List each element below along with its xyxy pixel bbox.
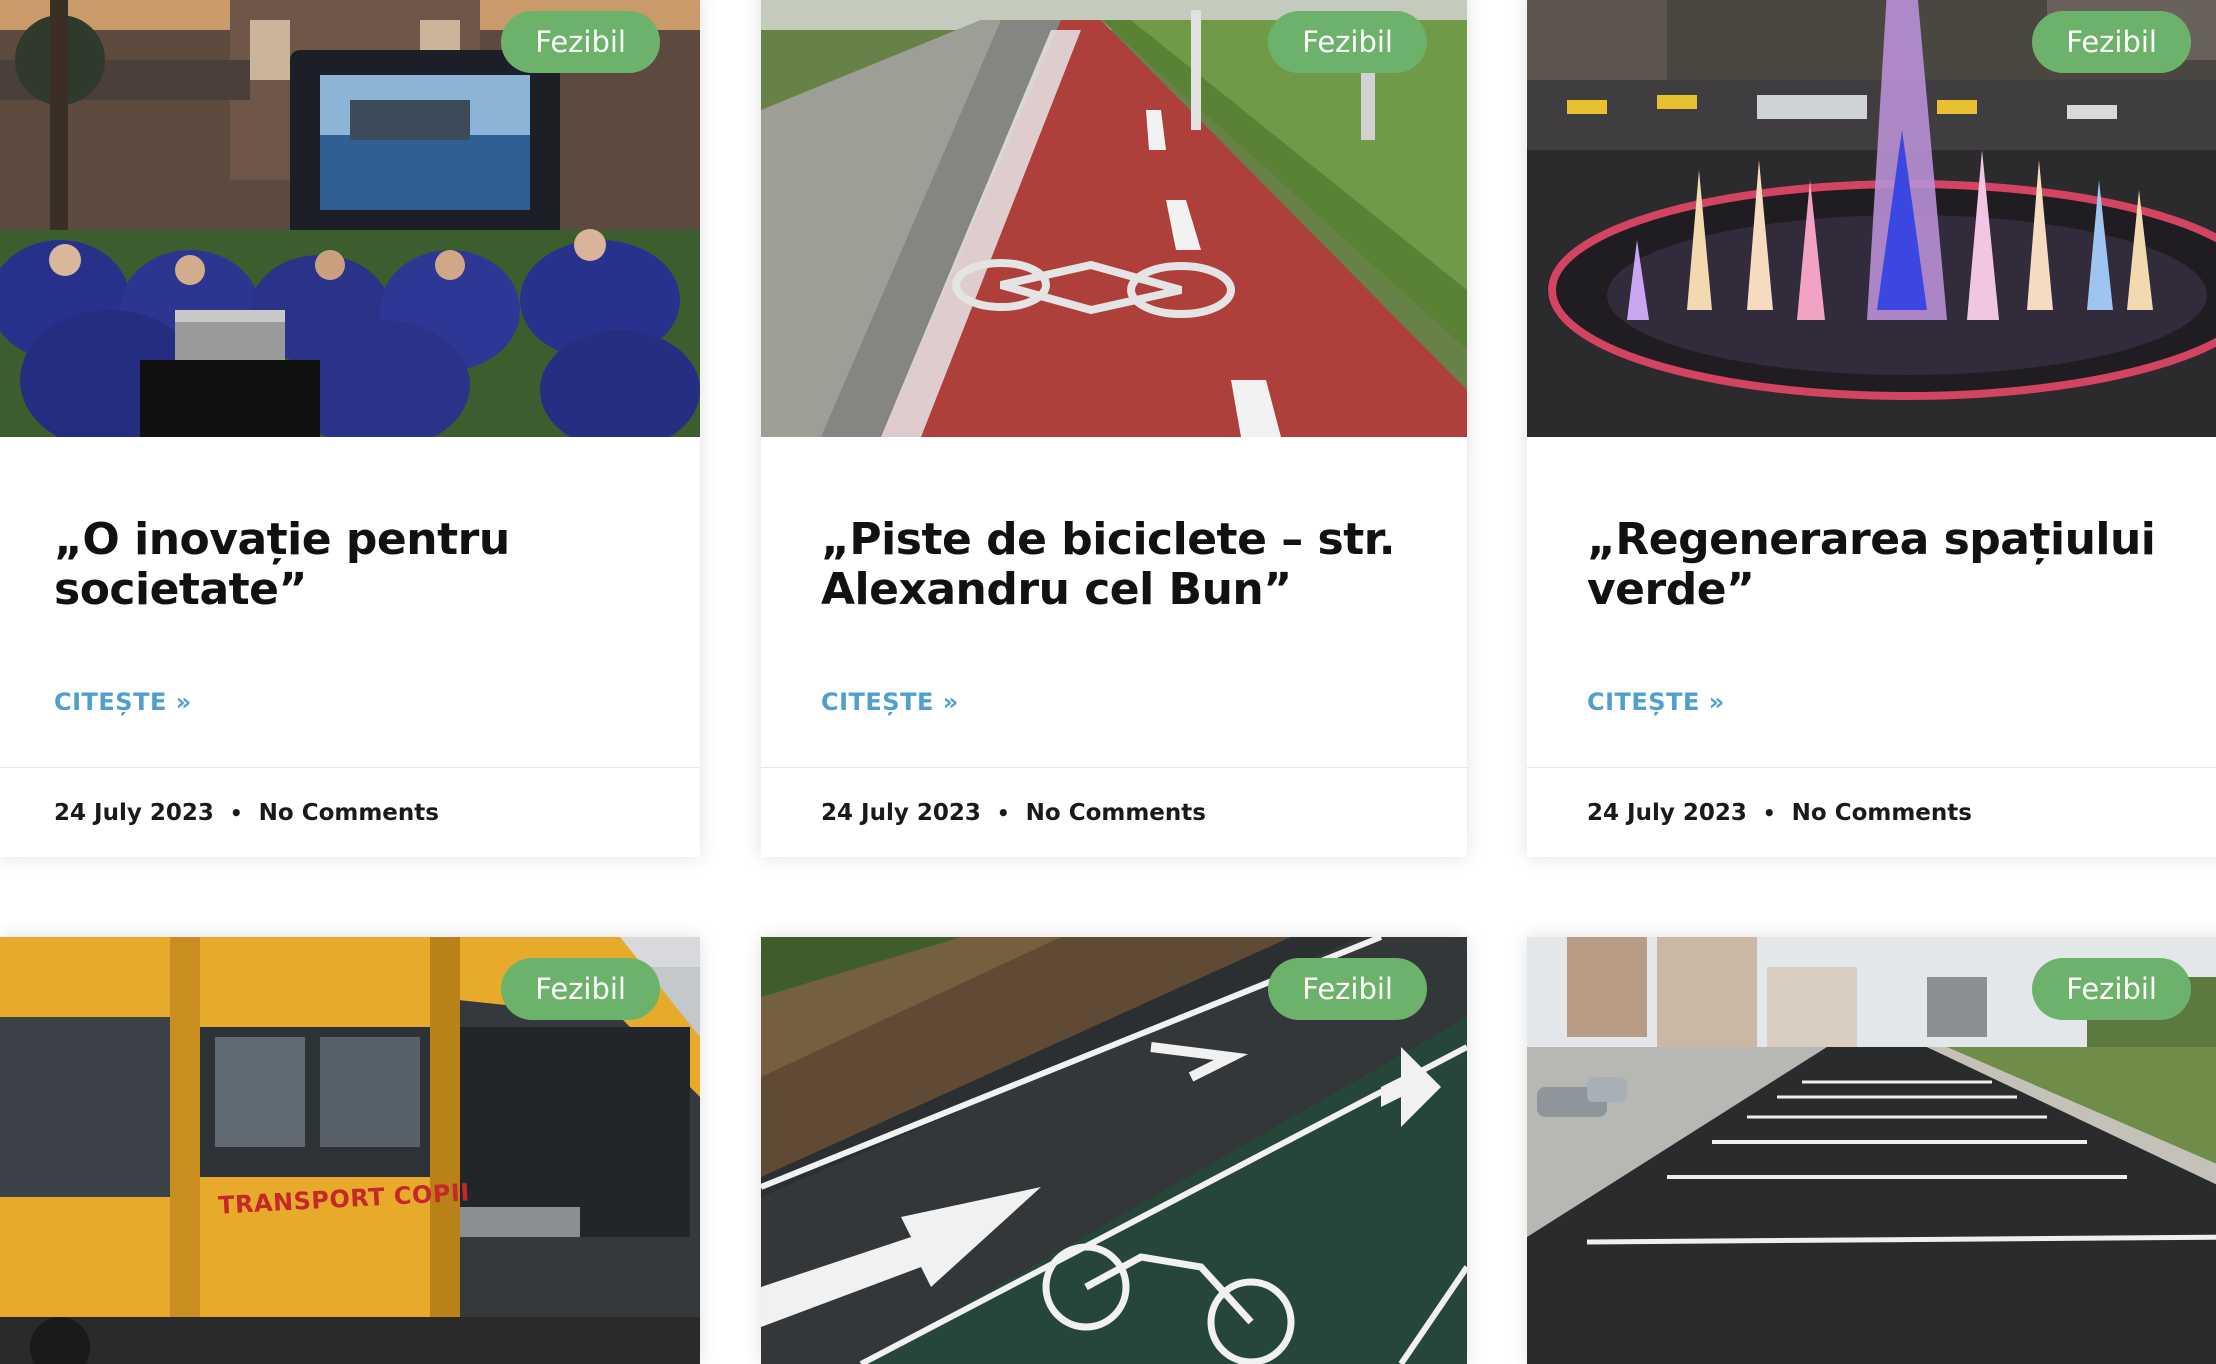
read-more-link[interactable]: CITEȘTE » bbox=[821, 688, 959, 716]
status-badge: Fezibil bbox=[2032, 11, 2191, 73]
post-date: 24 July 2023 bbox=[1587, 799, 1747, 826]
post-date: 24 July 2023 bbox=[54, 799, 214, 826]
status-badge: Fezibil bbox=[501, 958, 660, 1020]
post-meta: 24 July 2023 • No Comments bbox=[1527, 767, 2216, 857]
post-card: Fezibil bbox=[1527, 937, 2216, 1364]
post-card: Fezibil „O inovație pentru societate” CI… bbox=[0, 0, 700, 857]
post-card: Fezibil bbox=[761, 937, 1467, 1364]
post-card: Fezibil „Regenerarea spațiului verde” CI… bbox=[1527, 0, 2216, 857]
post-image-school-minibus[interactable]: TRANSPORT COPII Fezibil bbox=[0, 937, 700, 1364]
post-image-green-bike-lane[interactable]: Fezibil bbox=[761, 937, 1467, 1364]
read-more-link[interactable]: CITEȘTE » bbox=[1587, 688, 1725, 716]
meta-separator: • bbox=[996, 800, 1010, 825]
meta-separator: • bbox=[1762, 800, 1776, 825]
comments-link[interactable]: No Comments bbox=[1792, 800, 1972, 826]
post-meta: 24 July 2023 • No Comments bbox=[761, 767, 1467, 857]
status-badge: Fezibil bbox=[501, 11, 660, 73]
comments-link[interactable]: No Comments bbox=[259, 800, 439, 826]
post-title[interactable]: „Regenerarea spațiului verde” bbox=[1587, 515, 2193, 615]
status-badge: Fezibil bbox=[2032, 958, 2191, 1020]
post-image-red-bike-lane[interactable]: Fezibil bbox=[761, 0, 1467, 437]
meta-separator: • bbox=[229, 800, 243, 825]
post-image-outdoor-cinema[interactable]: Fezibil bbox=[0, 0, 700, 437]
post-card-body: „Regenerarea spațiului verde” CITEȘTE » bbox=[1527, 437, 2216, 767]
post-meta: 24 July 2023 • No Comments bbox=[0, 767, 700, 857]
post-image-illuminated-fountain[interactable]: Fezibil bbox=[1527, 0, 2216, 437]
post-card: Fezibil „Piste de biciclete – str. Alexa… bbox=[761, 0, 1467, 857]
post-title[interactable]: „O inovație pentru societate” bbox=[54, 515, 646, 615]
post-date: 24 July 2023 bbox=[821, 799, 981, 826]
read-more-link[interactable]: CITEȘTE » bbox=[54, 688, 192, 716]
post-title[interactable]: „Piste de biciclete – str. Alexandru cel… bbox=[821, 515, 1413, 615]
post-card: TRANSPORT COPII Fezibil bbox=[0, 937, 700, 1364]
status-badge: Fezibil bbox=[1268, 958, 1427, 1020]
post-card-body: „Piste de biciclete – str. Alexandru cel… bbox=[761, 437, 1467, 767]
post-card-body: „O inovație pentru societate” CITEȘTE » bbox=[0, 437, 700, 767]
comments-link[interactable]: No Comments bbox=[1026, 800, 1206, 826]
post-image-parking-lot[interactable]: Fezibil bbox=[1527, 937, 2216, 1364]
status-badge: Fezibil bbox=[1268, 11, 1427, 73]
